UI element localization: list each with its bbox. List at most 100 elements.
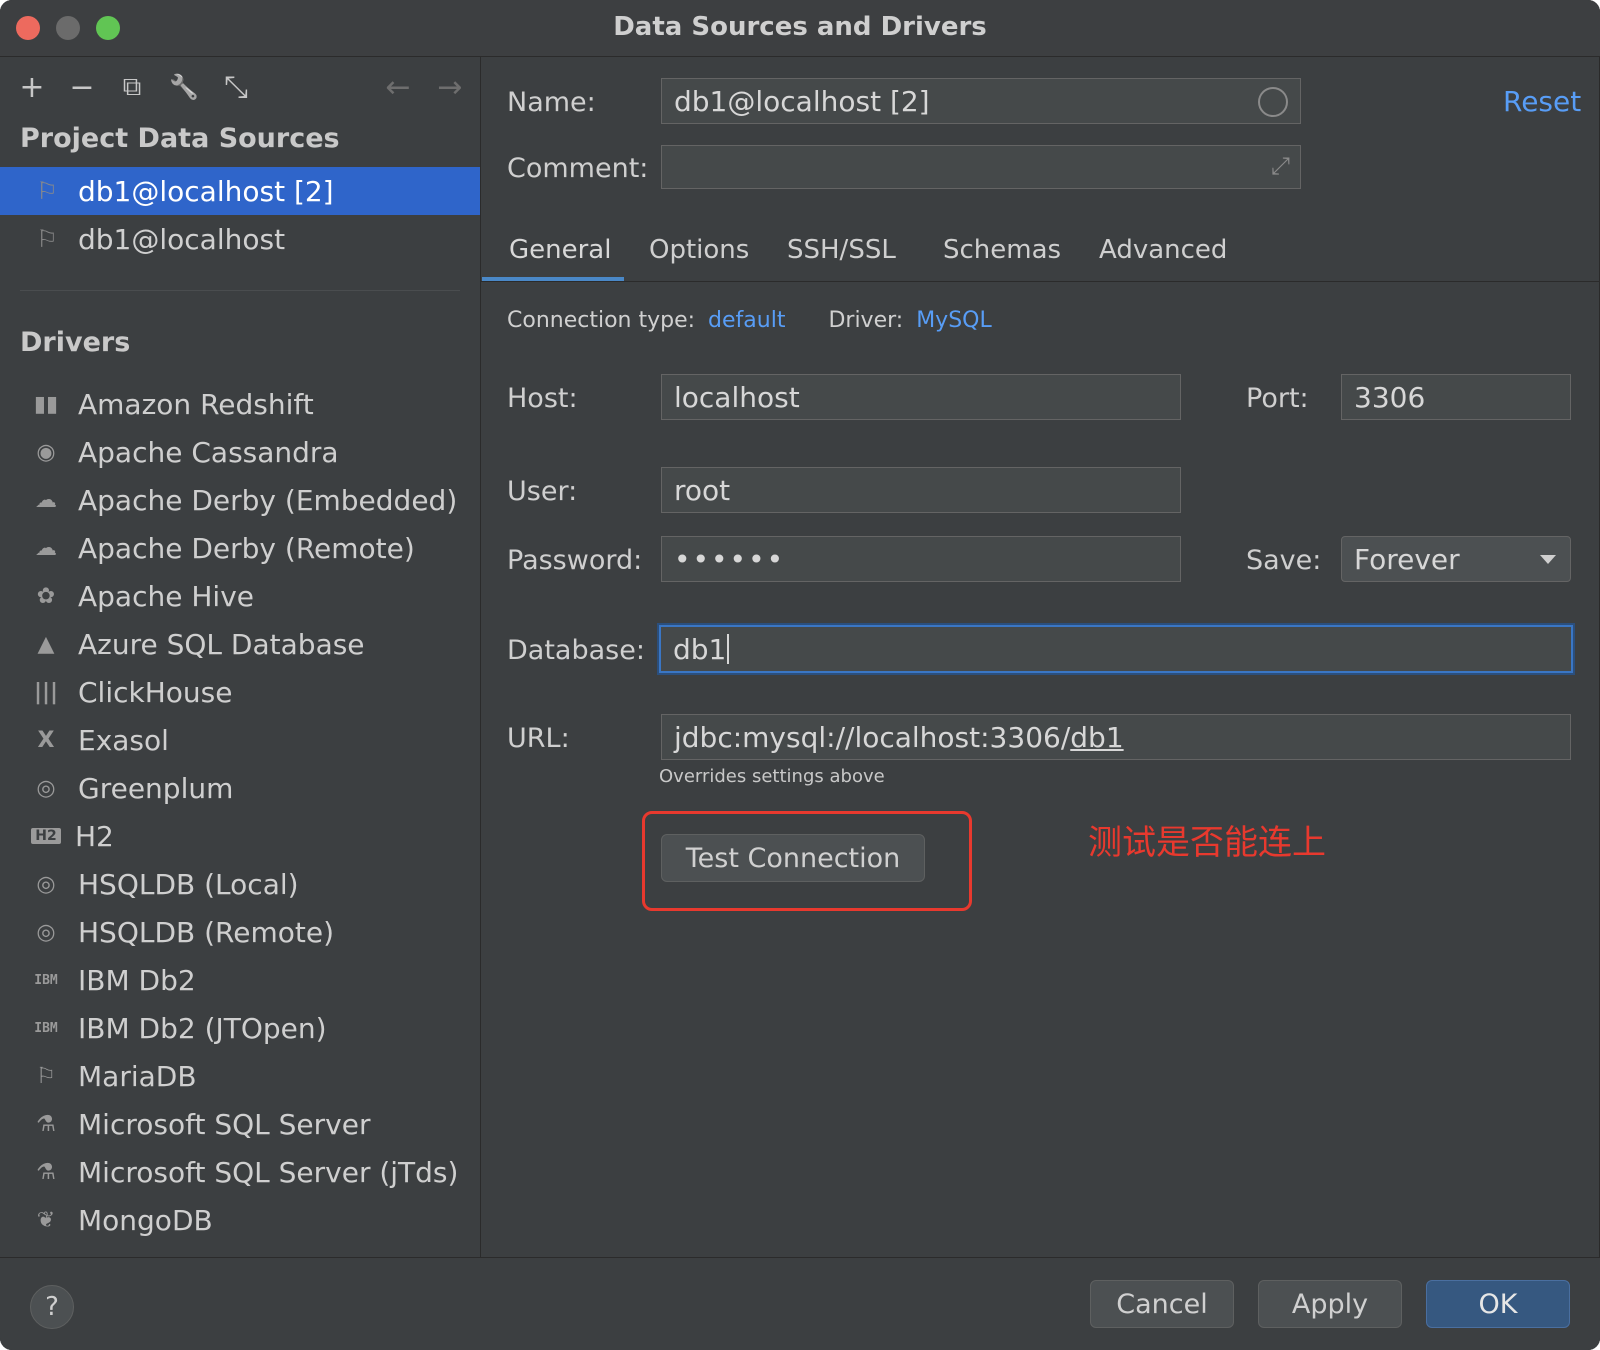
add-icon[interactable]: + <box>12 67 52 107</box>
url-database: db1 <box>1070 720 1124 754</box>
url-field[interactable]: jdbc:mysql://localhost:3306/db1 <box>661 714 1571 760</box>
h2-icon: H2 <box>31 828 61 844</box>
apply-button[interactable]: Apply <box>1258 1280 1402 1328</box>
remove-icon[interactable]: − <box>62 67 102 107</box>
data-source-item[interactable]: ⚐ db1@localhost <box>0 215 480 263</box>
ok-button[interactable]: OK <box>1426 1280 1570 1328</box>
driver-item[interactable]: ◎ Greenplum <box>0 765 480 811</box>
import-icon[interactable]: ⤡ <box>216 67 256 107</box>
host-value: localhost <box>674 380 800 414</box>
back-arrow-icon[interactable]: ← <box>378 67 418 107</box>
host-label: Host: <box>507 383 578 414</box>
comment-label: Comment: <box>507 153 649 184</box>
driver-label: Greenplum <box>78 771 234 805</box>
driver-label: Driver: <box>828 308 904 333</box>
driver-item[interactable]: ◎ HSQLDB (Local) <box>0 861 480 907</box>
host-field[interactable]: localhost <box>661 374 1181 420</box>
cancel-button[interactable]: Cancel <box>1090 1280 1234 1328</box>
driver-label: IBM Db2 <box>78 963 196 997</box>
url-hint: Overrides settings above <box>659 766 885 787</box>
driver-item[interactable]: ⚗ Microsoft SQL Server <box>0 1101 480 1147</box>
driver-item[interactable]: ◎ HSQLDB (Remote) <box>0 909 480 955</box>
driver-item[interactable]: ⚐MySQL <box>0 1245 480 1258</box>
driver-label: Microsoft SQL Server <box>78 1107 371 1141</box>
driver-label: MariaDB <box>78 1059 197 1093</box>
driver-item[interactable]: ▮▮ Amazon Redshift <box>0 381 480 427</box>
driver-label: Apache Derby (Remote) <box>78 531 415 565</box>
driver-label: Apache Hive <box>78 579 254 613</box>
connection-type-link[interactable]: default <box>708 308 785 333</box>
port-label: Port: <box>1246 383 1309 414</box>
database-value: db1 <box>673 632 727 666</box>
port-field[interactable]: 3306 <box>1341 374 1571 420</box>
tab-ssh-ssl[interactable]: SSH/SSL <box>787 235 896 265</box>
driver-link[interactable]: MySQL <box>916 308 992 333</box>
driver-item[interactable]: ◉ Apache Cassandra <box>0 429 480 475</box>
window-title: Data Sources and Drivers <box>613 12 987 42</box>
azure-icon: ▲ <box>37 631 55 657</box>
driver-item[interactable]: ❦ MongoDB <box>0 1197 480 1243</box>
driver-item[interactable]: ⚐ MariaDB <box>0 1053 480 1099</box>
dialog-footer: ? Cancel Apply OK <box>0 1257 1600 1350</box>
driver-label: MongoDB <box>78 1203 213 1237</box>
driver-item[interactable]: ||| ClickHouse <box>0 669 480 715</box>
driver-item[interactable]: IBM IBM Db2 <box>0 957 480 1003</box>
driver-label: Amazon Redshift <box>78 387 314 421</box>
reset-link[interactable]: Reset <box>1503 85 1581 118</box>
database-field[interactable]: db1 <box>659 625 1573 673</box>
ibm-db2-icon: IBM <box>34 1020 58 1036</box>
data-source-label: db1@localhost <box>78 222 286 256</box>
database-label: Database: <box>507 635 645 666</box>
driver-item[interactable]: ▲ Azure SQL Database <box>0 621 480 667</box>
driver-label: H2 <box>75 819 114 853</box>
driver-label: Apache Cassandra <box>78 435 339 469</box>
driver-label: Azure SQL Database <box>78 627 365 661</box>
text-cursor <box>727 634 730 664</box>
driver-item[interactable]: ☁ Apache Derby (Remote) <box>0 525 480 571</box>
tab-schemas[interactable]: Schemas <box>943 235 1061 265</box>
tab-advanced[interactable]: Advanced <box>1099 235 1227 265</box>
cassandra-icon: ◉ <box>36 439 56 465</box>
mariadb-icon: ⚐ <box>36 1063 56 1089</box>
forward-arrow-icon[interactable]: → <box>430 67 470 107</box>
driver-label: HSQLDB (Local) <box>78 867 299 901</box>
driver-label: Microsoft SQL Server (jTds) <box>78 1155 459 1189</box>
exasol-icon: X <box>37 727 55 753</box>
wrench-icon[interactable]: 🔧 <box>164 67 204 107</box>
help-button[interactable]: ? <box>30 1285 74 1329</box>
mssql-icon: ⚗ <box>36 1159 56 1185</box>
data-source-item[interactable]: ⚐ db1@localhost [2] <box>0 167 480 215</box>
save-dropdown[interactable]: Forever <box>1341 536 1571 582</box>
tab-general[interactable]: General <box>509 235 611 265</box>
driver-item[interactable]: H2 H2 <box>0 813 480 859</box>
driver-item[interactable]: ✿ Apache Hive <box>0 573 480 619</box>
tab-options[interactable]: Options <box>649 235 749 265</box>
name-field[interactable]: db1@localhost [2] <box>661 78 1301 124</box>
sidebar: + − ⧉ 🔧 ⤡ ← → Project Data Sources ⚐ db1… <box>0 57 481 1257</box>
driver-item[interactable]: IBM IBM Db2 (JTOpen) <box>0 1005 480 1051</box>
user-field[interactable]: root <box>661 467 1181 513</box>
dialog-window: Data Sources and Drivers + − ⧉ 🔧 ⤡ ← → P… <box>0 0 1600 1350</box>
url-label: URL: <box>507 723 570 754</box>
password-field[interactable]: •••••• <box>661 536 1181 582</box>
port-value: 3306 <box>1354 380 1426 414</box>
driver-label: ClickHouse <box>78 675 233 709</box>
driver-item[interactable]: ☁ Apache Derby (Embedded) <box>0 477 480 523</box>
sidebar-divider <box>20 290 460 291</box>
duplicate-icon[interactable]: ⧉ <box>112 67 152 107</box>
driver-label: HSQLDB (Remote) <box>78 915 335 949</box>
annotation-highlight-box <box>642 811 972 911</box>
main-panel: Name: db1@localhost [2] Reset Comment: ⤢… <box>481 57 1600 1257</box>
driver-item[interactable]: ⚗ Microsoft SQL Server (jTds) <box>0 1149 480 1195</box>
expand-icon[interactable]: ⤢ <box>1271 152 1290 180</box>
mongodb-icon: ❦ <box>36 1207 56 1233</box>
driver-item[interactable]: X Exasol <box>0 717 480 763</box>
title-bar: Data Sources and Drivers <box>0 0 1600 57</box>
save-label: Save: <box>1246 545 1322 576</box>
color-picker-icon[interactable] <box>1258 87 1288 117</box>
annotation-text: 测试是否能连上 <box>1088 823 1326 863</box>
connection-type-label: Connection type: <box>507 308 696 333</box>
user-value: root <box>674 473 731 507</box>
name-value: db1@localhost [2] <box>674 84 930 118</box>
comment-field[interactable]: ⤢ <box>661 145 1301 189</box>
